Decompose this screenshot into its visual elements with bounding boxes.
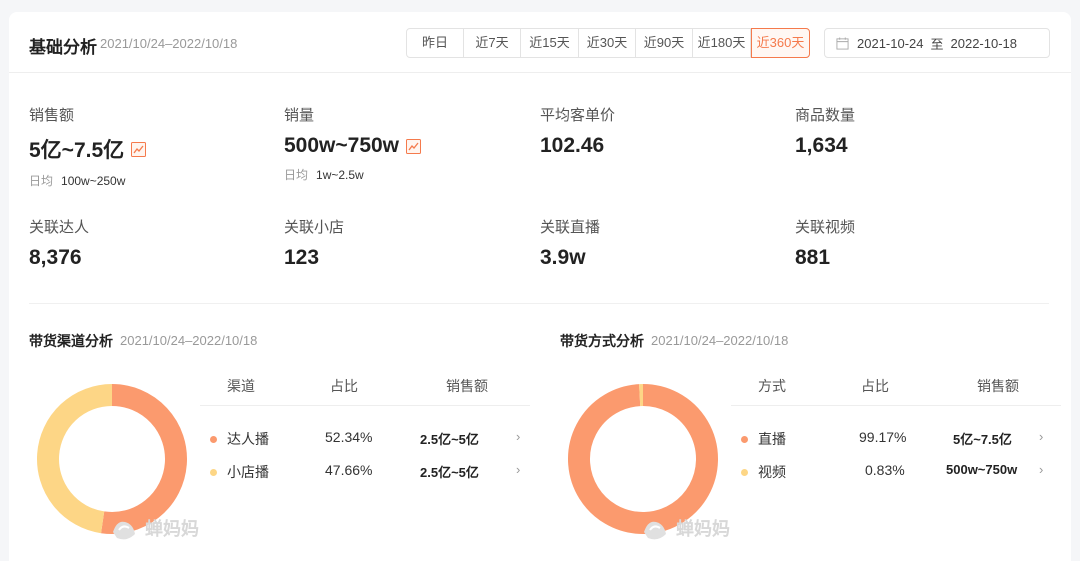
metric-value: 102.46 xyxy=(540,134,605,157)
metric-label: 关联达人 xyxy=(29,219,90,236)
metric-product-count: 商品数量 1,634 xyxy=(795,104,855,158)
channel-section-date: 2021/10/24–2022/10/18 xyxy=(120,333,258,348)
metric-label: 关联视频 xyxy=(795,219,856,236)
donut-slice-2[interactable] xyxy=(37,384,113,534)
row-name: 达人播 xyxy=(227,431,269,447)
donut-slice-1[interactable] xyxy=(101,384,187,534)
row-sales: 500w~750w xyxy=(946,462,1018,477)
row-sales: 2.5亿~5亿 xyxy=(420,465,479,480)
header-divider xyxy=(200,405,530,406)
col-header-channel: 渠道 xyxy=(227,378,255,394)
row-name: 小店播 xyxy=(227,464,269,480)
metric-value: 123 xyxy=(284,246,320,269)
page-title: 基础分析 xyxy=(29,38,97,57)
metric-label: 关联直播 xyxy=(540,219,601,236)
metric-related-lives: 关联直播 3.9w xyxy=(540,216,600,270)
col-header-sales: 销售额 xyxy=(977,378,1019,394)
metric-sub-value: 100w~250w xyxy=(61,174,126,188)
row-share: 47.66% xyxy=(325,462,373,478)
range-90d[interactable]: 近90天 xyxy=(636,29,693,57)
metric-value: 1,634 xyxy=(795,134,848,157)
chanmama-logo-icon xyxy=(113,521,135,540)
table-row[interactable]: 小店播 47.66% 2.5亿~5亿 › xyxy=(200,462,530,482)
legend-dot xyxy=(210,436,217,443)
metric-label: 关联小店 xyxy=(284,219,345,236)
metric-related-shops: 关联小店 123 xyxy=(284,216,344,270)
metric-value: 8,376 xyxy=(29,246,82,269)
range-360d[interactable]: 近360天 xyxy=(751,28,810,58)
metric-sales-volume: 销量 500w~750w 日均 1w~2.5w xyxy=(284,104,422,183)
range-selector: 昨日 近7天 近15天 近30天 近90天 近180天 近360天 xyxy=(406,28,810,58)
legend-dot xyxy=(210,469,217,476)
method-table: 方式 占比 销售额 直播 99.17% 5亿~7.5亿 › 视频 0.83% 5… xyxy=(731,376,1061,496)
metric-sub-label: 日均 xyxy=(29,174,54,188)
chanmama-logo-icon xyxy=(644,521,666,540)
metric-value: 5亿~7.5亿 xyxy=(29,139,125,162)
metric-value: 500w~750w xyxy=(284,134,400,157)
col-header-share: 占比 xyxy=(861,378,889,394)
watermark-text: 蝉妈妈 xyxy=(145,519,199,539)
trend-chart-icon[interactable] xyxy=(131,141,147,157)
watermark-left: 蝉妈妈 xyxy=(109,512,199,544)
date-range-picker[interactable]: 2021-10-24 至 2022-10-18 xyxy=(824,28,1050,58)
range-7d[interactable]: 近7天 xyxy=(464,29,521,57)
metric-value: 3.9w xyxy=(540,246,586,269)
metric-value: 881 xyxy=(795,246,831,269)
method-section-title: 带货方式分析 xyxy=(560,333,644,349)
watermark-right: 蝉妈妈 xyxy=(640,512,730,544)
range-15d[interactable]: 近15天 xyxy=(521,29,579,57)
watermark-text: 蝉妈妈 xyxy=(676,519,730,539)
chevron-right-icon[interactable]: › xyxy=(516,429,520,444)
card-header: 基础分析 2021/10/24–2022/10/18 昨日 近7天 近15天 近… xyxy=(9,12,1071,73)
table-row[interactable]: 直播 99.17% 5亿~7.5亿 › xyxy=(731,429,1061,449)
chevron-right-icon[interactable]: › xyxy=(1039,429,1043,444)
row-name: 直播 xyxy=(758,431,786,447)
channel-table: 渠道 占比 销售额 达人播 52.34% 2.5亿~5亿 › 小店播 47.66… xyxy=(200,376,530,496)
method-section-date: 2021/10/24–2022/10/18 xyxy=(651,333,789,348)
col-header-method: 方式 xyxy=(758,378,786,394)
chevron-right-icon[interactable]: › xyxy=(1039,462,1043,477)
metric-sub-value: 1w~2.5w xyxy=(316,168,364,182)
range-yesterday[interactable]: 昨日 xyxy=(407,29,464,57)
range-180d[interactable]: 近180天 xyxy=(693,29,751,57)
trend-chart-icon[interactable] xyxy=(406,138,422,154)
metric-related-videos: 关联视频 881 xyxy=(795,216,855,270)
title-date-range: 2021/10/24–2022/10/18 xyxy=(100,36,238,51)
metric-avg-price: 平均客单价 102.46 xyxy=(540,104,615,158)
range-30d[interactable]: 近30天 xyxy=(579,29,636,57)
date-separator: 至 xyxy=(930,36,944,52)
header-divider xyxy=(731,405,1061,406)
row-share: 0.83% xyxy=(865,462,905,478)
date-start: 2021-10-24 xyxy=(857,35,924,51)
metric-label: 商品数量 xyxy=(795,107,856,124)
legend-dot xyxy=(741,436,748,443)
metric-label: 销量 xyxy=(284,107,315,124)
col-header-sales: 销售额 xyxy=(446,378,488,394)
section-divider xyxy=(29,303,1049,304)
calendar-icon xyxy=(836,36,849,50)
chevron-right-icon[interactable]: › xyxy=(516,462,520,477)
col-header-share: 占比 xyxy=(330,378,358,394)
table-row[interactable]: 达人播 52.34% 2.5亿~5亿 › xyxy=(200,429,530,449)
date-end: 2022-10-18 xyxy=(950,35,1018,51)
metric-label: 平均客单价 xyxy=(540,107,616,124)
metric-related-influencers: 关联达人 8,376 xyxy=(29,216,89,270)
row-share: 99.17% xyxy=(859,429,907,445)
legend-dot xyxy=(741,469,748,476)
metric-label: 销售额 xyxy=(29,107,75,124)
row-name: 视频 xyxy=(758,464,786,480)
basic-analysis-card: 基础分析 2021/10/24–2022/10/18 昨日 近7天 近15天 近… xyxy=(9,12,1071,561)
channel-section-title: 带货渠道分析 xyxy=(29,333,113,349)
metric-sales-amount: 销售额 5亿~7.5亿 日均 100w~250w xyxy=(29,104,147,189)
metric-sub-label: 日均 xyxy=(284,168,309,182)
donut-slice-1[interactable] xyxy=(568,384,718,534)
row-sales: 5亿~7.5亿 xyxy=(953,432,1012,447)
row-share: 52.34% xyxy=(325,429,373,445)
table-row[interactable]: 视频 0.83% 500w~750w › xyxy=(731,462,1061,482)
row-sales: 2.5亿~5亿 xyxy=(420,432,479,447)
